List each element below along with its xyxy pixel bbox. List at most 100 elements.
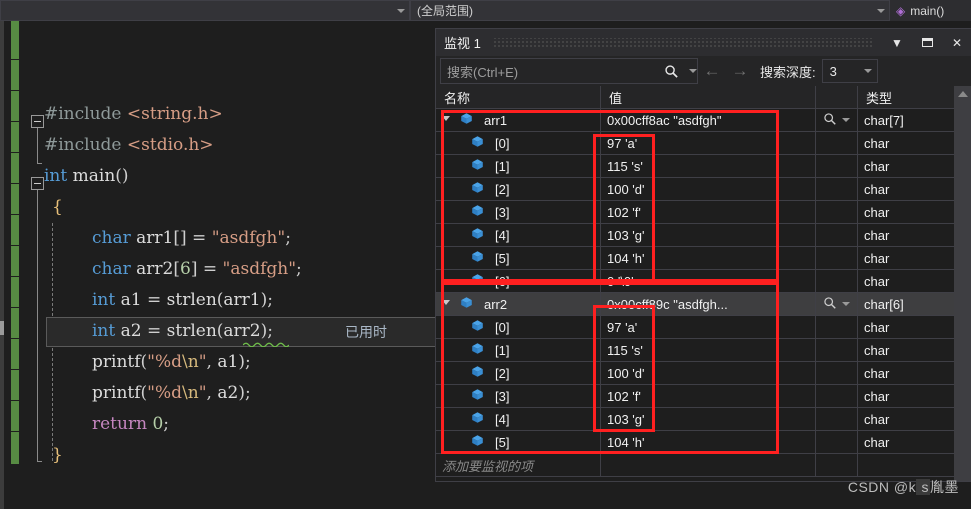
watermark-prefix: CSDN @k <box>847 479 917 495</box>
variable-cube-icon <box>471 227 484 243</box>
chevron-down-icon <box>877 8 885 13</box>
add-watch-row[interactable]: 添加要监视的项 <box>436 454 971 477</box>
watch-row-name-cell[interactable]: [6] <box>436 270 601 292</box>
variable-icon <box>472 343 483 354</box>
watch-row[interactable]: [5] 104 'h' char <box>436 247 971 270</box>
watch-row[interactable]: [5] 104 'h' char <box>436 431 971 454</box>
watch-row-value: 115 's' <box>607 158 643 174</box>
code-line-4: { <box>52 197 63 217</box>
scope-combo[interactable]: (全局范围) <box>410 0 890 21</box>
column-header-type[interactable]: 类型 <box>858 86 955 108</box>
search-prev-arrow-left-icon[interactable]: ← <box>698 58 726 84</box>
watch-row-value-cell[interactable]: 0x00cff89c "asdfgh... <box>601 293 816 315</box>
current-line-track-marker <box>0 321 4 335</box>
watch-row-name-cell[interactable]: [5] <box>436 247 601 269</box>
watch-row[interactable]: [0] 97 'a' char <box>436 132 971 155</box>
visualizer-chevron-down-icon[interactable] <box>842 302 850 306</box>
watch-row[interactable]: [4] 103 'g' char <box>436 408 971 431</box>
chevron-down-icon[interactable]: ▼ <box>885 32 909 54</box>
watch-row-type: char <box>864 342 890 358</box>
watch-row-value-cell[interactable]: 102 'f' <box>601 385 816 407</box>
watch-row[interactable]: [1] 115 's' char <box>436 339 971 362</box>
watch-row-name: [4] <box>495 227 510 243</box>
watch-row[interactable]: [4] 103 'g' char <box>436 224 971 247</box>
watch-row[interactable]: arr1 0x00cff8ac "asdfgh" char[7] <box>436 109 971 132</box>
drag-grip[interactable] <box>492 38 873 47</box>
watch-row-value-cell[interactable]: 104 'h' <box>601 431 816 453</box>
watch-row[interactable]: [1] 115 's' char <box>436 155 971 178</box>
search-depth-input[interactable]: 3 <box>821 59 878 83</box>
watch-row-name-cell[interactable]: [3] <box>436 201 601 223</box>
watch-row[interactable]: [3] 102 'f' char <box>436 385 971 408</box>
watch-row-type-cell: char <box>858 247 955 269</box>
watch-row-type: char <box>864 181 890 197</box>
watch-grid[interactable]: 名称 值 类型 arr1 0x00cff8ac "asdfgh" char[7] [0… <box>436 86 971 481</box>
scope-left-combo[interactable] <box>0 0 410 21</box>
watch-row-value-cell[interactable]: 97 'a' <box>601 316 816 338</box>
watch-row[interactable]: [0] 97 'a' char <box>436 316 971 339</box>
watch-row-value-cell[interactable]: 103 'g' <box>601 224 816 246</box>
code-line-11: return 0; <box>92 414 170 434</box>
search-icon[interactable] <box>659 64 683 79</box>
watch-row[interactable]: arr2 0x00cff89c "asdfgh... char[6] <box>436 293 971 316</box>
watch-row-value-cell[interactable]: 97 'a' <box>601 132 816 154</box>
watch-row-name-cell[interactable]: arr2 <box>436 293 601 315</box>
search-next-arrow-right-icon[interactable]: → <box>726 58 754 84</box>
watch-row-name-cell[interactable]: arr1 <box>436 109 601 131</box>
search-input[interactable]: 搜索(Ctrl+E) <box>440 58 698 84</box>
column-header-name[interactable]: 名称 <box>436 86 601 108</box>
maximize-icon[interactable] <box>915 32 939 54</box>
watch-row-value-cell[interactable]: 104 'h' <box>601 247 816 269</box>
watch-row-name-cell[interactable]: [2] <box>436 178 601 200</box>
watch-row-name-cell[interactable]: [4] <box>436 408 601 430</box>
search-options-chevron-down-icon[interactable] <box>683 69 697 73</box>
watch-row-value-cell[interactable]: 100 'd' <box>601 178 816 200</box>
watch-row-value-cell[interactable]: 0 '\0' <box>601 270 816 292</box>
watch-row-type-cell: char <box>858 132 955 154</box>
visualizer-search-icon[interactable] <box>823 296 837 313</box>
watch-vertical-scrollbar[interactable] <box>954 86 971 481</box>
watch-row-visualizer-cell <box>816 224 858 246</box>
debug-toolbar: (全局范围) ◈ main() <box>0 0 971 21</box>
watch-row-value-cell[interactable]: 115 's' <box>601 155 816 177</box>
variable-icon <box>461 297 472 308</box>
watch-row-name-cell[interactable]: [2] <box>436 362 601 384</box>
watch-row-name-cell[interactable]: [0] <box>436 316 601 338</box>
watch-row-visualizer-cell <box>816 178 858 200</box>
variable-cube-icon <box>460 112 473 128</box>
watch-row-value-cell[interactable]: 115 's' <box>601 339 816 361</box>
watch-row-visualizer-cell[interactable] <box>816 293 858 315</box>
watch-row-value-cell[interactable]: 0x00cff8ac "asdfgh" <box>601 109 816 131</box>
watch-row-name-cell[interactable]: [1] <box>436 155 601 177</box>
chevron-down-icon[interactable] <box>863 69 872 73</box>
column-header-value[interactable]: 值 <box>601 86 816 108</box>
visualizer-chevron-down-icon[interactable] <box>842 118 850 122</box>
watch-row-value-cell[interactable]: 103 'g' <box>601 408 816 430</box>
watch-row-name-cell[interactable]: [4] <box>436 224 601 246</box>
watch-row-name-cell[interactable]: [0] <box>436 132 601 154</box>
variable-cube-icon <box>471 388 484 404</box>
scroll-up-icon[interactable] <box>957 91 968 97</box>
variable-cube-icon <box>471 158 484 174</box>
visualizer-search-icon[interactable] <box>823 112 837 129</box>
watch-row[interactable]: [3] 102 'f' char <box>436 201 971 224</box>
watch-row-visualizer-cell[interactable] <box>816 109 858 131</box>
watch-row[interactable]: [2] 100 'd' char <box>436 178 971 201</box>
watch-row-name: arr2 <box>484 296 508 312</box>
function-combo[interactable]: ◈ main() <box>890 0 944 21</box>
close-icon[interactable]: ✕ <box>945 32 969 54</box>
watch-row-name-cell[interactable]: [5] <box>436 431 601 453</box>
watch-row-name-cell[interactable]: [1] <box>436 339 601 361</box>
variable-icon <box>472 228 483 239</box>
watch-row-value-cell[interactable]: 100 'd' <box>601 362 816 384</box>
watch-row-type: char <box>864 227 890 243</box>
watch-row[interactable]: [2] 100 'd' char <box>436 362 971 385</box>
watch-row-name-cell[interactable]: [3] <box>436 385 601 407</box>
watch-row-value-cell[interactable]: 102 'f' <box>601 201 816 223</box>
watch-row-value: 100 'd' <box>607 181 645 197</box>
watch-row[interactable]: [6] 0 '\0' char <box>436 270 971 293</box>
expander-collapse-icon[interactable] <box>442 299 450 309</box>
expander-collapse-icon[interactable] <box>442 115 450 125</box>
watch-titlebar[interactable]: 监视 1 ▼ ✕ <box>436 29 971 56</box>
variable-cube-icon <box>471 319 484 335</box>
